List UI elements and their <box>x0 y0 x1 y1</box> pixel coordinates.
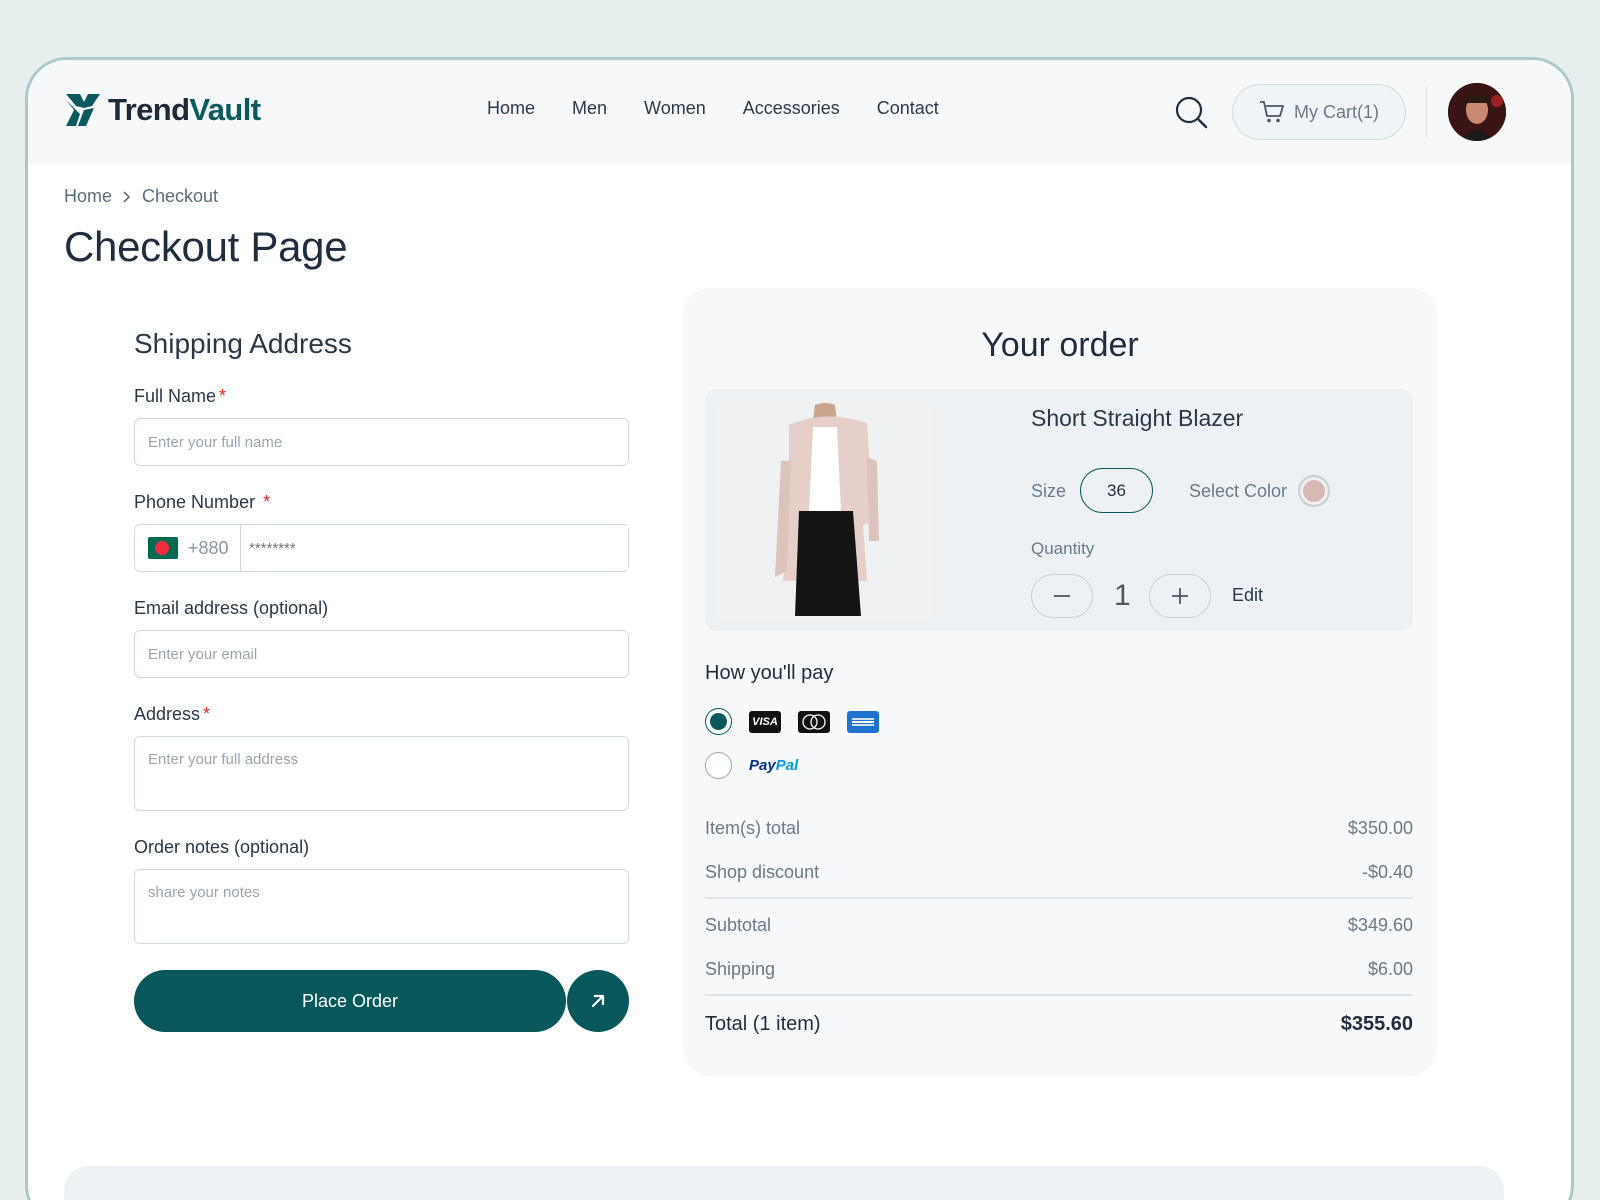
edit-link[interactable]: Edit <box>1232 585 1263 606</box>
notes-group: Order notes (optional) <box>134 837 629 944</box>
notes-label: Order notes (optional) <box>134 837 310 857</box>
nav-item-contact[interactable]: Contact <box>877 98 939 119</box>
total-label: Total (1 item) <box>705 1013 821 1035</box>
footer-strip <box>64 1166 1504 1200</box>
my-cart-button[interactable]: My Cart(1) <box>1232 84 1406 140</box>
summary-divider <box>705 897 1413 899</box>
email-field[interactable] <box>134 630 629 678</box>
visa-icon: VISA <box>749 710 781 733</box>
quantity-value: 1 <box>1114 579 1131 612</box>
order-title: Your order <box>981 326 1139 364</box>
full-name-input[interactable] <box>134 418 629 466</box>
items-total-row: Item(s) total $350.00 <box>705 818 1413 839</box>
nav-item-home[interactable]: Home <box>487 98 535 119</box>
address-group: Address * <box>134 704 629 811</box>
address-input[interactable] <box>134 736 629 811</box>
shipping-title: Shipping Address <box>134 328 352 359</box>
cart-product: Short Straight Blazer Size 36 Select Col… <box>705 389 1413 631</box>
place-order-arrow-button[interactable] <box>567 970 629 1032</box>
logo-icon <box>66 94 100 126</box>
full-name-label: Full Name * <box>134 386 227 406</box>
discount-label: Shop discount <box>705 862 820 882</box>
email-group: Email address (optional) <box>134 598 629 678</box>
place-order-actions: Place Order <box>134 970 629 1032</box>
main-nav: Home Men Women Accessories Contact <box>487 98 939 119</box>
breadcrumb-current: Checkout <box>142 186 219 206</box>
product-image <box>717 401 933 619</box>
avatar[interactable] <box>1448 83 1506 141</box>
app-window: TrendVault Home Men Women Accessories Co… <box>25 57 1574 1200</box>
total-value: $355.60 <box>1340 1013 1413 1035</box>
shipping-value: $6.00 <box>1367 959 1413 979</box>
quantity-label: Quantity <box>1031 539 1095 558</box>
arrow-up-right-icon <box>591 994 605 1008</box>
bangladesh-flag-icon[interactable] <box>148 537 178 559</box>
payment-option-card[interactable]: VISA <box>705 708 879 735</box>
page-title: Checkout Page <box>64 223 348 270</box>
breadcrumb-home[interactable]: Home <box>64 186 112 207</box>
minus-icon <box>1054 595 1070 597</box>
phone-group: Phone Number * +880 <box>134 492 629 572</box>
shipping-label: Shipping <box>705 959 776 979</box>
quantity-increase-button[interactable] <box>1149 574 1211 618</box>
avatar-image <box>1448 83 1506 141</box>
address-label: Address * <box>134 704 211 724</box>
breadcrumb: Home Checkout <box>64 186 218 207</box>
search-icon[interactable] <box>1173 94 1209 130</box>
cart-label: My Cart(1) <box>1294 101 1379 122</box>
cart-icon <box>1260 101 1284 123</box>
nav-item-women[interactable]: Women <box>644 98 706 119</box>
discount-value: -$0.40 <box>1361 862 1413 882</box>
card-radio[interactable] <box>705 708 732 735</box>
payment-option-paypal[interactable]: PayPal <box>705 752 798 779</box>
phone-input[interactable] <box>241 526 628 570</box>
brand-logo[interactable]: TrendVault <box>64 92 261 128</box>
payment-title: How you'll pay <box>705 662 834 684</box>
size-label: Size <box>1031 481 1067 501</box>
paypal-icon: PayPal <box>749 757 799 774</box>
subtotal-row: Subtotal $349.60 <box>705 915 1413 936</box>
mastercard-icon <box>798 710 830 733</box>
subtotal-value: $349.60 <box>1347 915 1413 935</box>
brand-name: TrendVault <box>108 92 261 127</box>
discount-row: Shop discount -$0.40 <box>705 862 1413 883</box>
amex-icon <box>847 710 879 733</box>
order-summary-card: Your order Short Straight Blazer Size 36… <box>683 288 1437 1076</box>
top-navigation-bar: TrendVault Home Men Women Accessories Co… <box>28 60 1571 164</box>
shipping-row: Shipping $6.00 <box>705 959 1413 980</box>
items-total-value: $350.00 <box>1347 818 1413 838</box>
total-divider <box>705 994 1413 996</box>
header-divider <box>1426 86 1427 138</box>
shipping-form: Shipping Address Full Name* Phone Number… <box>134 328 629 1032</box>
place-order-button[interactable]: Place Order <box>134 970 566 1032</box>
plus-icon <box>1172 588 1188 604</box>
chevron-right-icon <box>123 190 131 203</box>
phone-label: Phone Number * <box>134 492 271 512</box>
product-name: Short Straight Blazer <box>1031 405 1244 431</box>
quantity-decrease-button[interactable] <box>1031 574 1093 618</box>
size-selector[interactable]: 36 <box>1080 468 1153 513</box>
paypal-radio[interactable] <box>705 752 732 779</box>
subtotal-label: Subtotal <box>705 915 772 935</box>
full-name-group: Full Name * <box>134 386 629 466</box>
color-swatch[interactable] <box>1298 475 1330 507</box>
total-row: Total (1 item) $355.60 <box>705 1013 1413 1036</box>
nav-item-men[interactable]: Men <box>572 98 607 119</box>
phone-field: +880 <box>134 524 629 572</box>
notes-input[interactable] <box>134 869 629 944</box>
nav-item-accessories[interactable]: Accessories <box>743 98 840 119</box>
country-code[interactable]: +880 <box>188 538 240 559</box>
items-total-label: Item(s) total <box>705 818 801 838</box>
email-label: Email address (optional) <box>134 598 329 618</box>
color-label: Select Color <box>1189 481 1288 501</box>
